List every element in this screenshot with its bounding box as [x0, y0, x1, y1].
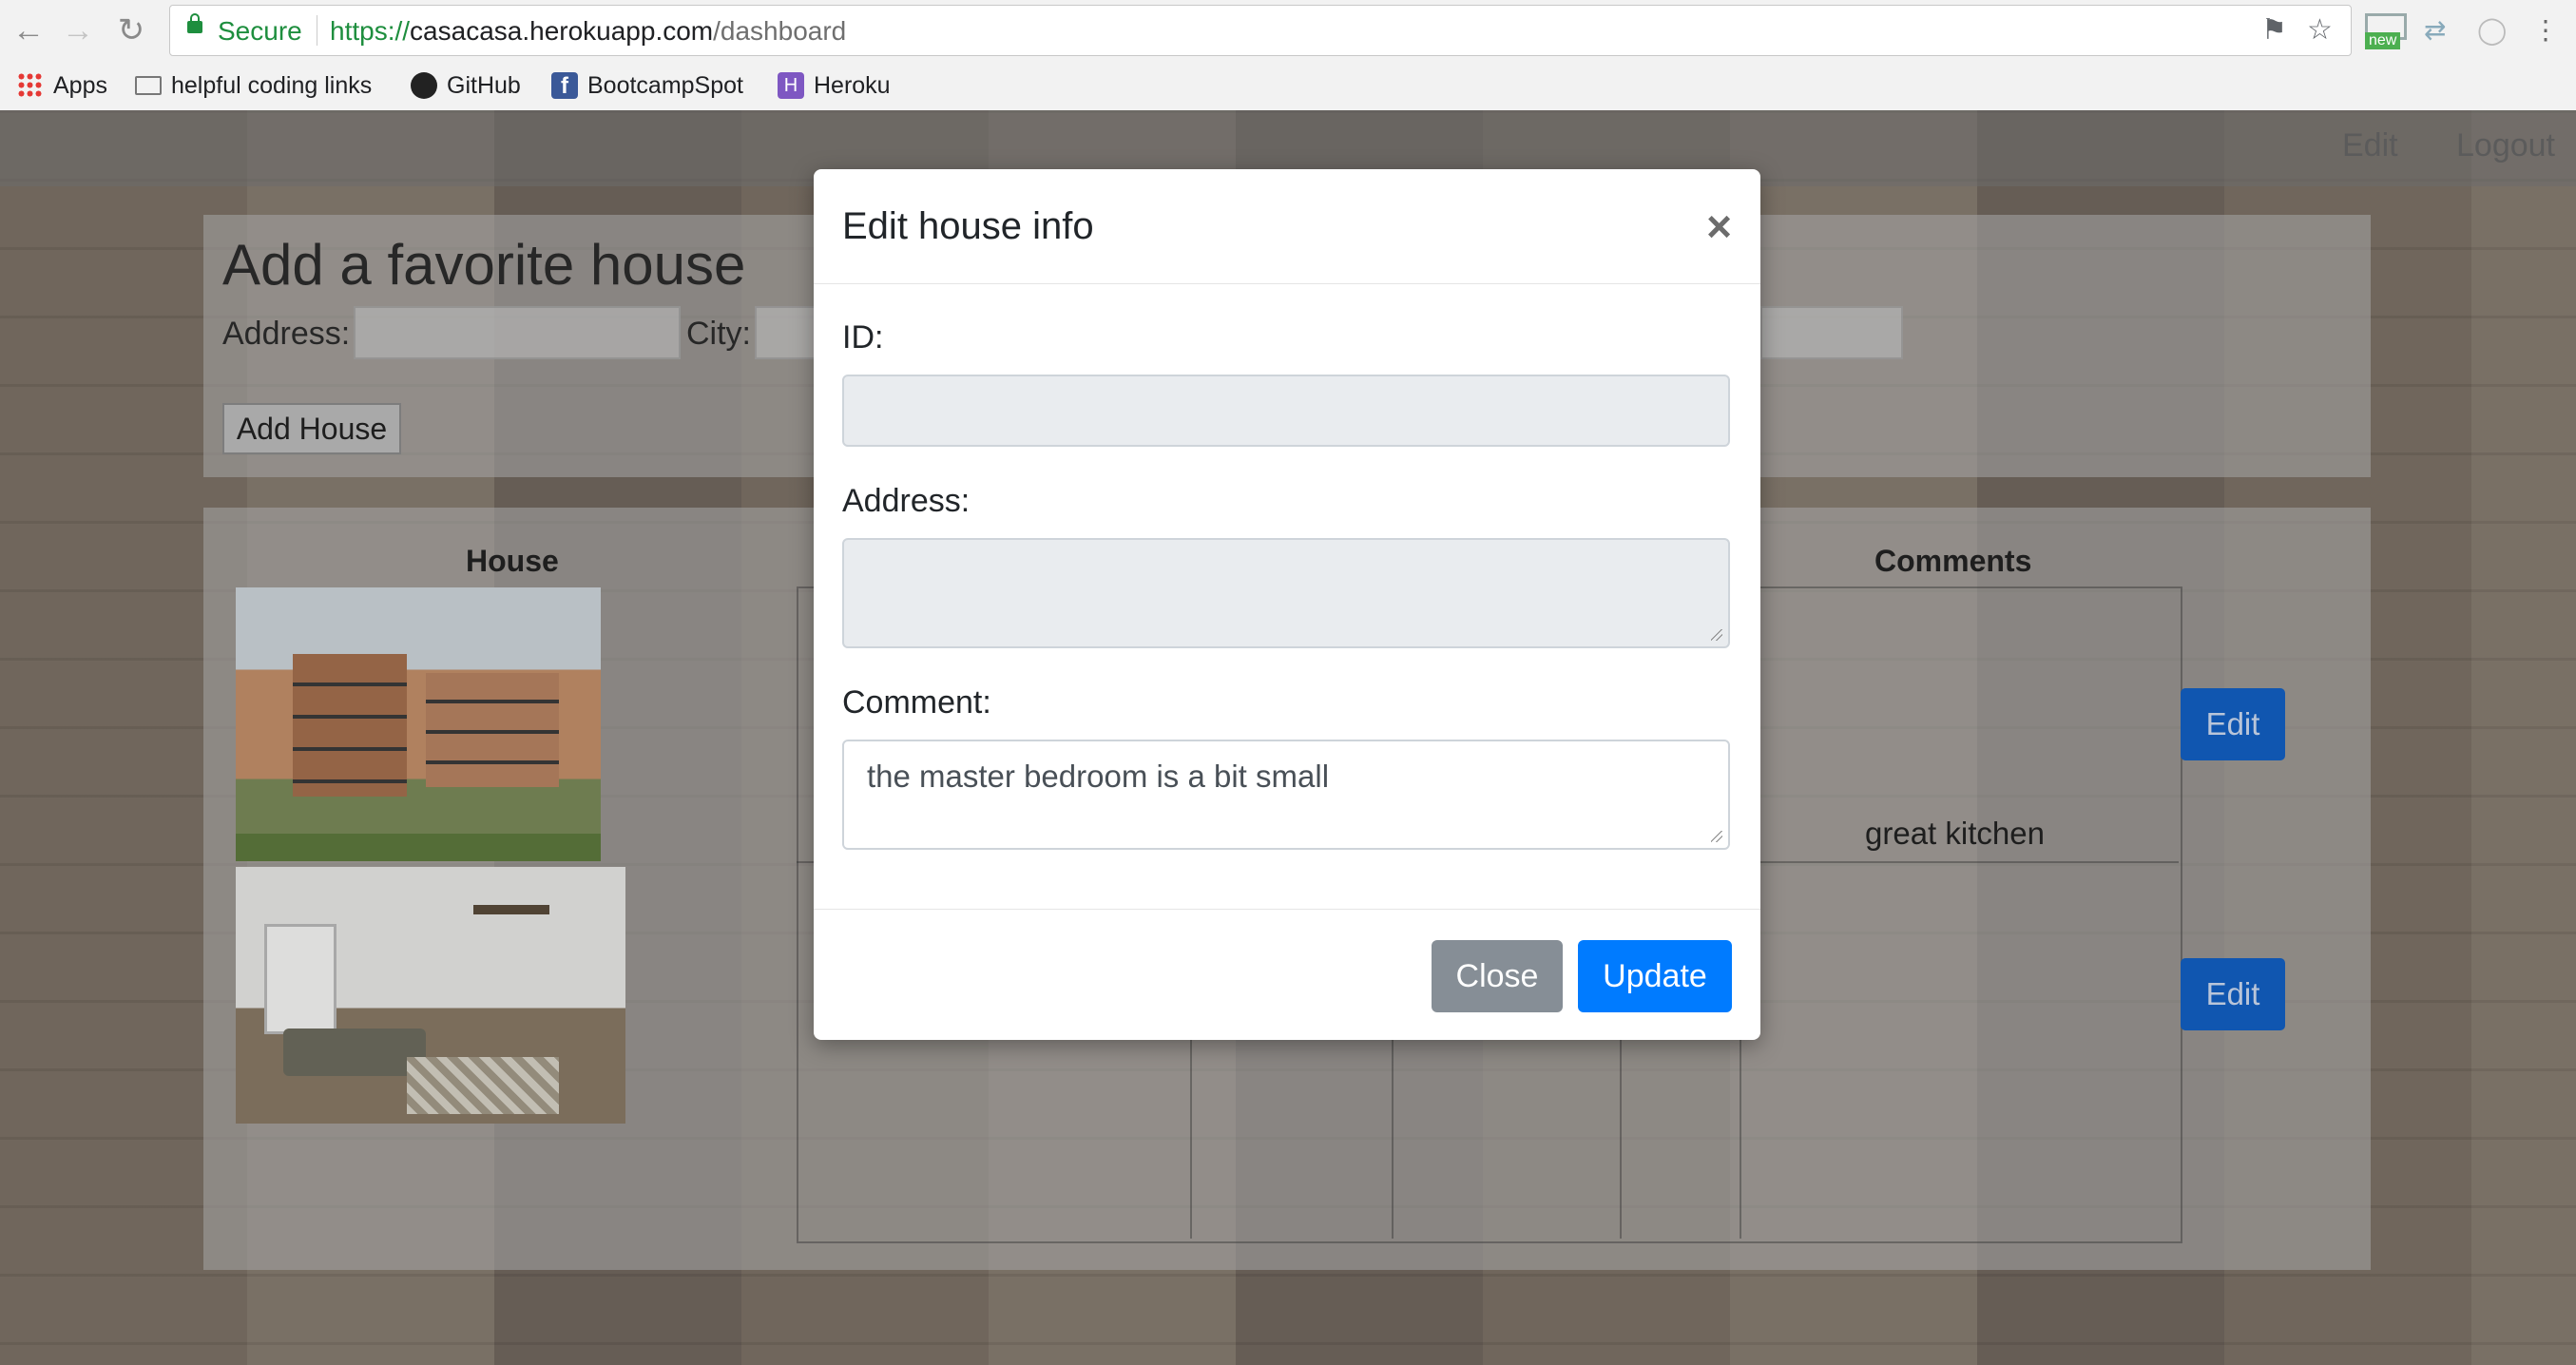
- comment-label: Comment:: [842, 684, 991, 721]
- bookmarks-bar: Apps helpful coding links GitHub f Bootc…: [0, 63, 2576, 108]
- heroku-icon: H: [778, 72, 804, 99]
- modal-header: Edit house info ×: [814, 169, 1760, 284]
- close-icon[interactable]: ×: [1706, 204, 1732, 248]
- bookmark-helpful-coding-links[interactable]: helpful coding links: [135, 68, 372, 103]
- resize-grip-icon[interactable]: [1711, 629, 1722, 641]
- browser-chrome: ← → ↻ Secure https://casacasa.herokuapp.…: [0, 0, 2576, 111]
- close-button[interactable]: Close: [1432, 940, 1563, 1012]
- forward-arrow-icon[interactable]: →: [59, 11, 97, 49]
- sync-arrows-icon[interactable]: ⇄: [2424, 11, 2446, 49]
- menu-dots-icon[interactable]: ⋮: [2532, 11, 2559, 49]
- bookmark-apps[interactable]: Apps: [17, 68, 107, 103]
- address-bar[interactable]: Secure https://casacasa.herokuapp.com/da…: [169, 5, 2352, 56]
- facebook-icon: f: [551, 72, 578, 99]
- folder-icon: [135, 76, 162, 95]
- bookmark-bootcampspot[interactable]: f BootcampSpot: [551, 68, 743, 103]
- resize-grip-icon[interactable]: [1711, 831, 1722, 842]
- id-field[interactable]: [842, 375, 1730, 447]
- edit-house-modal: Edit house info × ID: Address: Comment: …: [814, 169, 1760, 1040]
- modal-title: Edit house info: [842, 205, 1094, 247]
- address-label: Address:: [842, 483, 971, 519]
- bookmark-github[interactable]: GitHub: [411, 68, 521, 103]
- address-field[interactable]: [842, 538, 1730, 648]
- bookmark-star-icon[interactable]: ☆: [2307, 15, 2333, 46]
- id-label: ID:: [842, 319, 884, 356]
- bookmark-heroku[interactable]: H Heroku: [778, 68, 891, 103]
- url-text[interactable]: https://casacasa.herokuapp.com/dashboard: [330, 16, 846, 47]
- password-key-icon[interactable]: ⚑: [2261, 15, 2287, 46]
- comment-text: the master bedroom is a bit small: [867, 759, 1330, 794]
- modal-footer: Close Update: [814, 909, 1760, 1041]
- apps-grid-icon: [17, 72, 44, 99]
- profile-circle-icon[interactable]: ◯: [2477, 11, 2507, 49]
- secure-label: Secure: [218, 16, 302, 46]
- back-arrow-icon[interactable]: ←: [10, 11, 48, 49]
- extension-new-icon[interactable]: new: [2365, 11, 2407, 49]
- update-button[interactable]: Update: [1578, 940, 1732, 1012]
- reload-icon[interactable]: ↻: [112, 11, 150, 49]
- github-icon: [411, 72, 437, 99]
- comment-field[interactable]: the master bedroom is a bit small: [842, 740, 1730, 850]
- lock-icon: [187, 13, 202, 33]
